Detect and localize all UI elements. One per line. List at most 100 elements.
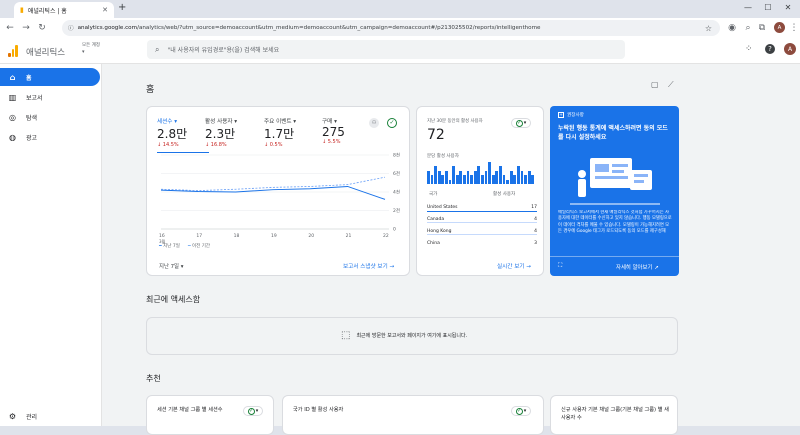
- realtime-bar-chart: [427, 162, 535, 184]
- recommend-card-title: 세션 기본 채널 그룹 별 세션수: [157, 407, 223, 413]
- extensions-icon[interactable]: ⧉: [756, 21, 768, 35]
- y-tick-label: 4천: [393, 189, 400, 196]
- address-bar[interactable]: ⓘ analytics.google.com/analytics/web/?ut…: [62, 20, 720, 36]
- realtime-bar: [445, 170, 448, 184]
- recommend-card[interactable]: 세션 기본 채널 그룹 별 세션수 ✓ ▾: [146, 395, 274, 435]
- reload-icon[interactable]: ↻: [36, 21, 48, 35]
- x-tick-label: 19: [271, 233, 277, 239]
- check-icon: ✓: [515, 407, 523, 415]
- chevron-down-icon: ▾: [523, 408, 527, 414]
- zoom-icon[interactable]: ⌕: [742, 21, 754, 35]
- sidebar-item-label: 광고: [26, 134, 38, 142]
- back-icon[interactable]: ←: [4, 21, 16, 35]
- check-icon[interactable]: ✓: [387, 118, 397, 128]
- metric-change: ↓ 5.5%: [322, 139, 341, 145]
- account-selector[interactable]: 모든 계정 ▾: [82, 43, 100, 55]
- users-header: 활성 사용자: [493, 192, 516, 197]
- reports-icon: ▥: [8, 92, 17, 102]
- browser-toolbar: ← → ↻ ⓘ analytics.google.com/analytics/w…: [0, 18, 800, 38]
- realtime-bar: [488, 162, 491, 184]
- tab-title: 애널리틱스 | 홈: [27, 7, 67, 15]
- customize-icon[interactable]: ▢: [651, 80, 659, 89]
- arrow-right-icon: →: [389, 264, 395, 270]
- realtime-bar: [531, 175, 535, 184]
- pointer-icon: ⬚: [341, 330, 351, 341]
- help-icon[interactable]: ?: [765, 44, 775, 54]
- learn-more-link[interactable]: 자세히 알아보기 ↗: [616, 263, 659, 271]
- search-input[interactable]: ⌕ "내 사용자의 유입경로"용(을) 검색해 보세요: [147, 40, 625, 59]
- y-tick-label: 8천: [393, 152, 400, 159]
- realtime-bar: [459, 170, 463, 184]
- sidebar-item-label: 관리: [26, 413, 38, 421]
- lightbulb-icon: +: [558, 112, 564, 118]
- realtime-bar: [470, 175, 473, 184]
- table-row: Canada 4: [427, 217, 537, 223]
- browser-tab[interactable]: ▮ 애널리틱스 | 홈 ✕: [14, 2, 114, 18]
- realtime-title: 지난 30분 동안의 활성 사용자: [427, 119, 483, 124]
- recommendation-footer: ⛶ 자세히 알아보기 ↗: [550, 256, 679, 276]
- metric-value: 275: [322, 125, 345, 139]
- table-row: United States 17: [427, 205, 537, 212]
- sidebar-item-advertising[interactable]: ◍ 광고: [0, 128, 100, 146]
- realtime-bar: [434, 166, 437, 184]
- maximize-button[interactable]: ☐: [758, 0, 778, 16]
- profile-avatar[interactable]: A: [774, 22, 785, 33]
- insights-icon[interactable]: ⟋: [668, 80, 674, 90]
- check-icon: ✓: [515, 119, 523, 127]
- minimize-button[interactable]: —: [738, 0, 758, 16]
- realtime-bar: [437, 170, 441, 184]
- realtime-bar: [466, 170, 470, 184]
- table-row: Hong Kong 4: [427, 229, 537, 235]
- y-tick-label: 6천: [393, 170, 400, 177]
- realtime-bar: [517, 166, 520, 184]
- new-tab-button[interactable]: +: [118, 2, 126, 13]
- check-icon: ✓: [247, 407, 255, 415]
- home-icon: ⌂: [9, 72, 16, 82]
- gear-icon: ⚙: [8, 411, 17, 421]
- search-placeholder: "내 사용자의 유입경로"용(을) 검색해 보세요: [167, 47, 280, 54]
- forward-icon[interactable]: →: [20, 21, 32, 35]
- sidebar-item-label: 탐색: [26, 114, 38, 122]
- close-window-button[interactable]: ✕: [778, 0, 798, 16]
- recommend-card[interactable]: 국가 ID 별 활성 사용자 ✓ ▾: [282, 395, 544, 435]
- sidebar-item-label: 홈: [26, 74, 32, 82]
- realtime-bar: [499, 166, 502, 184]
- realtime-bar: [484, 170, 488, 184]
- card-check-dropdown[interactable]: ✓ ▾: [511, 406, 531, 416]
- analytics-favicon-icon: ▮: [20, 6, 24, 14]
- advertising-icon: ◍: [9, 132, 16, 142]
- comparison-icon[interactable]: ⚇: [369, 118, 379, 128]
- realtime-value: 72: [427, 127, 445, 143]
- sidebar-item-home[interactable]: ⌂ 홈: [0, 68, 100, 86]
- realtime-bar: [441, 175, 445, 184]
- sidebar-item-reports[interactable]: ▥ 보고서: [0, 88, 100, 106]
- apps-grid-icon[interactable]: ⁘: [745, 44, 753, 54]
- close-tab-icon[interactable]: ✕: [102, 6, 108, 14]
- realtime-bar: [427, 170, 430, 184]
- date-range-selector[interactable]: 지난 7일 ▾: [159, 262, 183, 270]
- legend-previous: ┅ 이전 기간: [187, 244, 211, 249]
- browser-menu-icon[interactable]: ⋮: [788, 21, 800, 35]
- browser-tab-strip: ▮ 애널리틱스 | 홈 ✕ + — ☐ ✕: [0, 0, 800, 18]
- recommend-card[interactable]: 신규 사용자 기본 채널 그룹(기본 채널 그룹) 별 새 사용자 수: [550, 395, 678, 435]
- sidebar-item-explore[interactable]: ◎ 탐색: [0, 108, 100, 126]
- x-tick-label: 17: [196, 233, 202, 239]
- view-report-snapshot-link[interactable]: 보고서 스냅샷 보기 →: [343, 262, 394, 270]
- user-avatar[interactable]: A: [784, 43, 796, 55]
- camera-icon[interactable]: ◉: [726, 21, 738, 35]
- country-header: 국가: [429, 192, 438, 197]
- view-realtime-link[interactable]: 실시간 보기 →: [497, 262, 531, 270]
- realtime-check-dropdown[interactable]: ✓ ▾: [511, 118, 531, 128]
- bookmark-star-icon[interactable]: ☆: [705, 24, 712, 33]
- realtime-bar: [502, 175, 506, 184]
- realtime-bar: [520, 170, 524, 184]
- x-tick-label: 21: [346, 233, 352, 239]
- dismiss-icon[interactable]: ⛶: [558, 262, 562, 270]
- realtime-bar: [491, 175, 495, 184]
- sidebar-item-admin[interactable]: ⚙ 관리: [0, 407, 100, 425]
- recommendation-badge: + 권장사항: [558, 112, 584, 118]
- realtime-bar: [527, 170, 531, 184]
- site-info-icon[interactable]: ⓘ: [68, 24, 74, 32]
- card-check-dropdown[interactable]: ✓ ▾: [243, 406, 263, 416]
- page-title: 홈: [146, 85, 155, 95]
